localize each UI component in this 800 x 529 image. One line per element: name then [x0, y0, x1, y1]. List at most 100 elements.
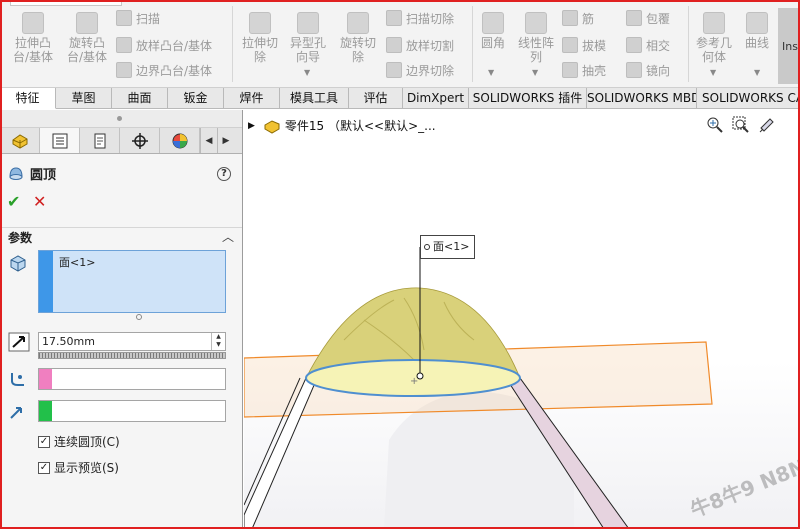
ribbon-separator — [232, 6, 233, 82]
fillet-label: 圆角 — [480, 36, 505, 50]
boundary-cut-button[interactable]: 边界切除 — [386, 59, 454, 81]
show-preview-checkbox[interactable]: ✓ 显示预览(S) — [38, 459, 119, 476]
curves-icon — [746, 12, 768, 34]
revolve-cut-button[interactable]: 旋转切 除 — [336, 12, 380, 64]
tab-solidworks-cam[interactable]: SOLIDWORKS CA — [697, 88, 800, 109]
extrude-cut-label-1: 拉伸切 — [241, 36, 278, 50]
tab-scroll-right-icon[interactable]: ▶ — [217, 128, 234, 153]
tab-sheet-metal[interactable]: 钣金 — [168, 88, 224, 109]
tab-solidworks-mbd[interactable]: SOLIDWORKS MBD — [587, 88, 697, 109]
previous-view-icon[interactable] — [758, 116, 776, 134]
loft-button[interactable]: 放样凸台/基体 — [116, 34, 212, 56]
tab-sketch[interactable]: 草图 — [56, 88, 112, 109]
boundary-cut-label: 边界切除 — [406, 63, 455, 78]
continuous-dome-checkbox[interactable]: ✓ 连续圆顶(C) — [38, 433, 120, 450]
curves-button[interactable]: 曲线 — [740, 12, 774, 50]
panel-splitter[interactable] — [0, 110, 242, 128]
extrude-boss-button[interactable]: 拉伸凸 台/基体 — [8, 12, 58, 64]
part-icon — [264, 119, 280, 134]
tab-mold-tools[interactable]: 模具工具 — [280, 88, 349, 109]
selection-box-resize-handle[interactable] — [136, 314, 142, 320]
manager-tabs: ◀ ▶ — [0, 128, 242, 154]
tab-evaluate[interactable]: 评估 — [349, 88, 403, 109]
fillet-button[interactable]: 圆角 — [476, 12, 510, 50]
zoom-to-fit-icon[interactable] — [706, 116, 724, 134]
configuration-manager-tab[interactable] — [80, 128, 120, 153]
distance-spinner[interactable]: ▲ ▼ — [211, 333, 225, 350]
help-icon[interactable]: ? — [217, 167, 231, 181]
property-list-icon — [52, 133, 67, 148]
feature-tree-flyout[interactable]: ▶ 零件15 （默认<<默认>_... — [248, 117, 436, 134]
distance-input[interactable]: 17.50mm ▲ ▼ — [38, 332, 226, 351]
shell-button[interactable]: 抽壳 — [562, 59, 606, 81]
direction-field[interactable] — [38, 400, 226, 422]
linear-pattern-dropdown-icon[interactable]: ▼ — [532, 68, 538, 77]
display-manager-tab[interactable] — [160, 128, 200, 153]
linear-pattern-icon — [525, 12, 547, 34]
boundary-boss-button[interactable]: 边界凸台/基体 — [116, 59, 212, 81]
reference-geometry-icon — [703, 12, 725, 34]
extrude-cut-button[interactable]: 拉伸切 除 — [238, 12, 282, 64]
mirror-icon — [626, 62, 642, 78]
collapse-chevron-icon[interactable]: ︿ — [222, 228, 234, 245]
cancel-button[interactable]: ✕ — [33, 192, 46, 211]
wrap-label: 包覆 — [646, 11, 671, 26]
parameters-section-header[interactable]: 参数 ︿ — [0, 227, 242, 245]
tab-dimxpert[interactable]: DimXpert — [403, 88, 469, 109]
reference-geometry-button[interactable]: 参考几 何体 — [692, 12, 736, 64]
green-swatch — [39, 401, 52, 421]
revolve-boss-button[interactable]: 旋转凸 台/基体 — [62, 12, 112, 64]
tab-surfaces[interactable]: 曲面 — [112, 88, 168, 109]
zoom-to-area-icon[interactable] — [732, 116, 750, 134]
instant3d-button[interactable]: Ins — [778, 8, 800, 84]
revolve-cut-label-1: 旋转切 — [339, 36, 376, 50]
dimxpert-manager-tab[interactable] — [120, 128, 160, 153]
ribbon-search-box[interactable] — [10, 0, 122, 6]
tab-solidworks-addins[interactable]: SOLIDWORKS 插件 — [469, 88, 587, 109]
reference-geometry-label-2: 何体 — [701, 50, 726, 64]
rib-button[interactable]: 筋 — [562, 7, 594, 29]
expand-arrow-icon[interactable]: ▶ — [248, 121, 255, 131]
faces-to-dome-selection-box[interactable]: 面<1> — [38, 250, 226, 313]
revolve-boss-label-2: 台/基体 — [66, 50, 108, 64]
mirror-button[interactable]: 镜向 — [626, 59, 670, 81]
shell-icon — [562, 62, 578, 78]
sweep-button[interactable]: 扫描 — [116, 7, 160, 29]
distance-thumbwheel[interactable] — [38, 352, 226, 359]
checkbox-check-icon[interactable]: ✓ — [38, 435, 50, 448]
fillet-dropdown-icon[interactable]: ▼ — [488, 68, 494, 77]
loft-cut-button[interactable]: 放样切割 — [386, 34, 454, 56]
draft-icon — [562, 37, 578, 53]
sweep-icon — [116, 10, 132, 26]
draft-button[interactable]: 拔模 — [562, 34, 606, 56]
graphics-area[interactable]: + ▶ 零件15 （默认<<默认>_... 面<1> 牛8牛9 N8N9.NET — [244, 110, 800, 529]
hole-wizard-dropdown-icon[interactable]: ▼ — [304, 68, 310, 77]
ribbon-separator — [688, 6, 689, 82]
wrap-button[interactable]: 包覆 — [626, 7, 670, 29]
loft-cut-label: 放样切割 — [406, 38, 455, 53]
reference-geometry-dropdown-icon[interactable]: ▼ — [710, 68, 716, 77]
loft-icon — [116, 37, 132, 53]
revolve-cut-label-2: 除 — [351, 50, 364, 64]
loft-label: 放样凸台/基体 — [136, 38, 213, 53]
distance-value: 17.50mm — [42, 335, 95, 348]
tab-weldments[interactable]: 焊件 — [224, 88, 280, 109]
reference-geometry-label-1: 参考几 — [695, 36, 732, 50]
hole-wizard-button[interactable]: 异型孔 向导 — [286, 12, 330, 64]
constraint-point-field[interactable] — [38, 368, 226, 390]
tab-features[interactable]: 特征 — [0, 88, 56, 109]
selected-face-item[interactable]: 面<1> — [59, 254, 95, 270]
linear-pattern-button[interactable]: 线性阵 列 — [514, 12, 558, 64]
ok-button[interactable]: ✔ — [7, 192, 20, 211]
checkbox-check-icon[interactable]: ✓ — [38, 461, 50, 474]
feature-manager-tab[interactable] — [0, 128, 40, 153]
curves-dropdown-icon[interactable]: ▼ — [754, 68, 760, 77]
svg-text:+: + — [410, 376, 418, 387]
sweep-cut-button[interactable]: 扫描切除 — [386, 7, 454, 29]
intersect-button[interactable]: 相交 — [626, 34, 670, 56]
tab-scroll-left-icon[interactable]: ◀ — [200, 128, 217, 153]
command-manager-tabs: 特征 草图 曲面 钣金 焊件 模具工具 评估 DimXpert SOLIDWOR… — [0, 88, 800, 109]
mirror-label: 镜向 — [646, 63, 671, 78]
property-manager-tab[interactable] — [40, 128, 80, 153]
face-callout[interactable]: 面<1> — [420, 235, 475, 259]
